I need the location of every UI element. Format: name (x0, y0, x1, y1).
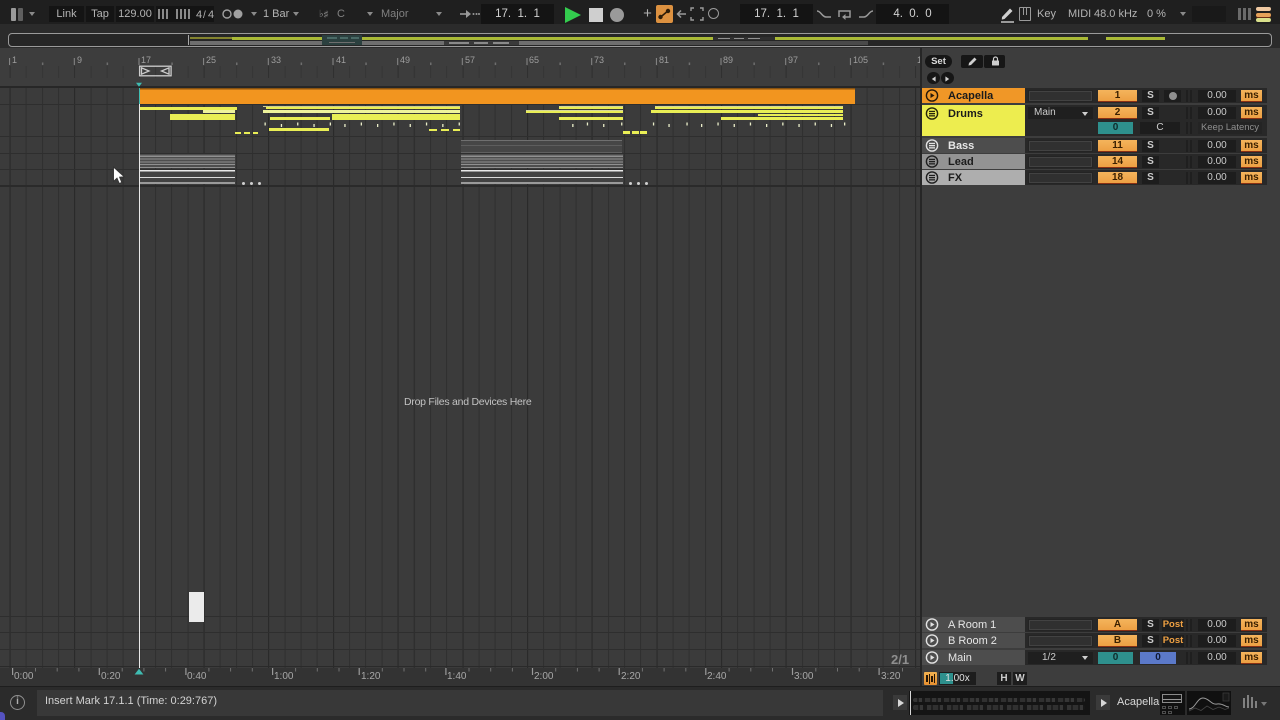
svg-text:/: / (203, 10, 206, 21)
svg-text:4: 4 (208, 9, 214, 21)
svg-text:4: 4 (196, 9, 202, 21)
